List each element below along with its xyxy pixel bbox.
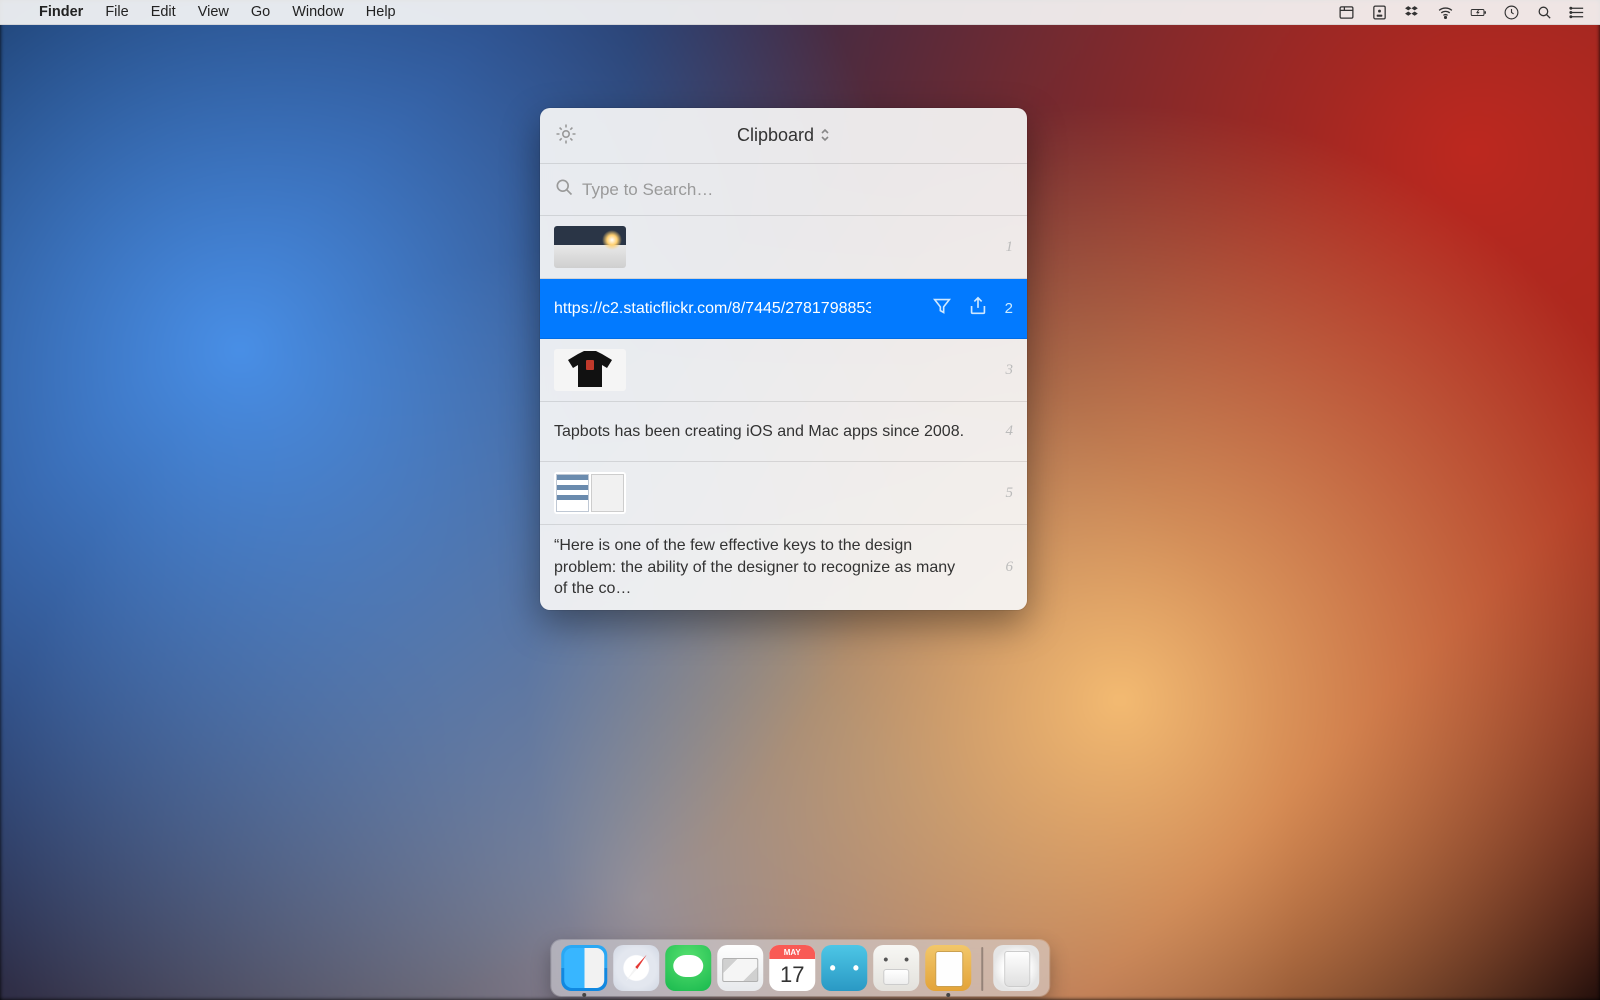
row-index: 6 <box>1006 559 1014 576</box>
clip-row-selected[interactable]: https://c2.staticflickr.com/8/7445/27817… <box>540 279 1027 339</box>
status-icons <box>1338 4 1600 21</box>
panel-title-selector[interactable]: Clipboard <box>737 125 830 146</box>
clip-row[interactable]: 5 <box>540 462 1027 525</box>
chevron-updown-icon <box>820 127 830 145</box>
menu-file[interactable]: File <box>94 4 139 20</box>
dock-app-finder[interactable] <box>561 945 607 991</box>
dock-app-tweetbot[interactable] <box>821 945 867 991</box>
search-row <box>540 164 1027 216</box>
dropbox-icon[interactable] <box>1404 4 1421 21</box>
row-index: 2 <box>1005 300 1013 317</box>
menu-go[interactable]: Go <box>240 4 281 20</box>
settings-button[interactable] <box>554 122 578 151</box>
dock-trash[interactable] <box>993 945 1039 991</box>
menuextra-icon[interactable] <box>1338 4 1355 21</box>
menu-help[interactable]: Help <box>355 4 407 20</box>
calendar-day: 17 <box>769 959 815 991</box>
menu-bar: Finder File Edit View Go Window Help <box>0 0 1600 25</box>
dock-app-messages[interactable] <box>665 945 711 991</box>
clip-row[interactable]: “Here is one of the few effective keys t… <box>540 525 1027 610</box>
share-icon[interactable] <box>967 295 989 322</box>
battery-icon[interactable] <box>1470 4 1487 21</box>
row-index: 5 <box>1006 485 1014 502</box>
dock-divider <box>981 947 983 991</box>
dock-app-mail[interactable] <box>717 945 763 991</box>
dock-app-calcbot[interactable] <box>873 945 919 991</box>
wifi-icon[interactable] <box>1437 4 1454 21</box>
menu-window[interactable]: Window <box>281 4 355 20</box>
image-thumbnail <box>554 226 626 268</box>
row-index: 3 <box>1006 362 1014 379</box>
row-index: 4 <box>1006 423 1014 440</box>
panel-title: Clipboard <box>737 125 814 146</box>
menu-app-name[interactable]: Finder <box>28 4 94 20</box>
calendar-month: MAY <box>769 945 815 959</box>
clip-row[interactable]: 1 <box>540 216 1027 279</box>
spotlight-icon[interactable] <box>1536 4 1553 21</box>
dock-app-calendar[interactable]: MAY 17 <box>769 945 815 991</box>
clip-row[interactable]: Tapbots has been creating iOS and Mac ap… <box>540 402 1027 462</box>
dock: MAY 17 <box>551 940 1049 996</box>
clip-text: “Here is one of the few effective keys t… <box>554 535 971 600</box>
menu-edit[interactable]: Edit <box>140 4 187 20</box>
clipboard-panel: Clipboard 1 https://c2.staticflickr.com/… <box>540 108 1027 610</box>
menu-view[interactable]: View <box>187 4 240 20</box>
menuextra-icon[interactable] <box>1371 4 1388 21</box>
filter-icon[interactable] <box>931 295 953 322</box>
panel-header: Clipboard <box>540 108 1027 164</box>
clip-text: Tapbots has been creating iOS and Mac ap… <box>554 421 971 443</box>
notification-center-icon[interactable] <box>1569 4 1586 21</box>
clip-row[interactable]: 3 <box>540 339 1027 402</box>
dock-app-pastebot[interactable] <box>925 945 971 991</box>
search-input[interactable] <box>582 180 1013 200</box>
search-icon <box>554 177 574 202</box>
image-thumbnail <box>554 349 626 391</box>
dock-app-safari[interactable] <box>613 945 659 991</box>
clock-icon[interactable] <box>1503 4 1520 21</box>
clip-text: https://c2.staticflickr.com/8/7445/27817… <box>554 298 871 320</box>
image-thumbnail <box>554 472 626 514</box>
row-index: 1 <box>1006 239 1014 256</box>
